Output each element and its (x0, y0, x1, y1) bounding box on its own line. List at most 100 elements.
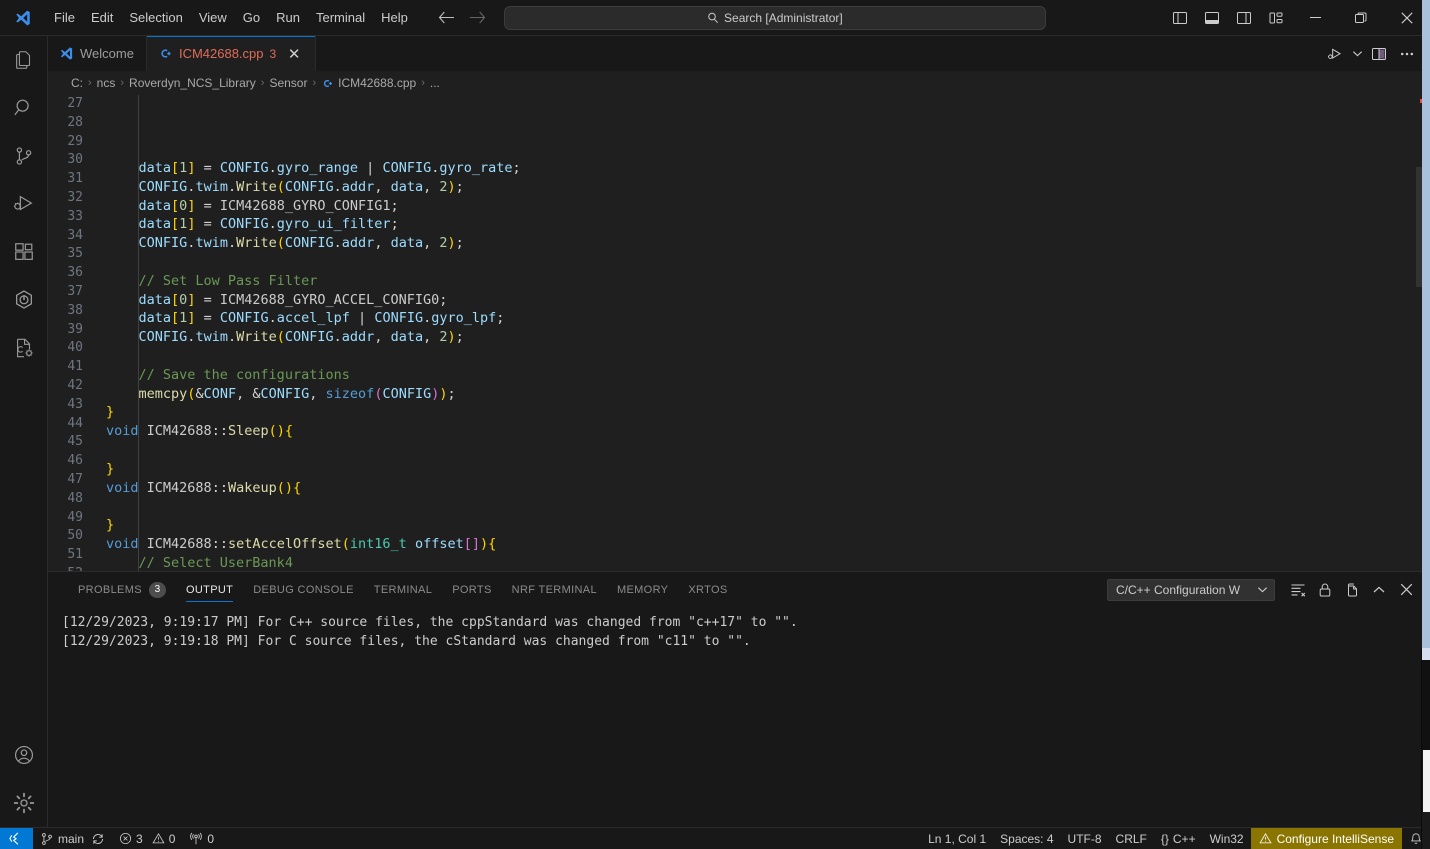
code-token: void (106, 479, 139, 496)
run-with-debug-icon[interactable] (1322, 41, 1348, 67)
settings-button[interactable] (0, 779, 48, 827)
code-token: Wakeup (227, 479, 277, 496)
search-input[interactable]: Search [Administrator] (503, 5, 1046, 30)
status-indentation[interactable]: Spaces: 4 (993, 828, 1060, 849)
line-number: 30 (67, 152, 83, 168)
output-content[interactable]: [12/29/2023, 9:19:17 PM] For C++ source … (48, 607, 1430, 827)
chevron-down-icon[interactable] (1350, 41, 1364, 67)
toggle-panel-icon[interactable] (1196, 3, 1228, 33)
sidebar-item-cpp-config[interactable] (0, 324, 48, 372)
line-number: 42 (67, 377, 83, 393)
open-editor-icon[interactable] (1340, 578, 1364, 602)
status-language-mode[interactable]: {} C++ (1154, 828, 1203, 849)
menu-terminal[interactable]: Terminal (308, 7, 373, 28)
menu-selection[interactable]: Selection (121, 7, 190, 28)
code-token: :: (211, 423, 228, 440)
code-token: . (227, 235, 237, 252)
breadcrumb-ncs[interactable]: ncs (94, 76, 119, 90)
status-branch-label: main (58, 831, 85, 846)
editor-scrollbar[interactable] (1416, 95, 1430, 571)
close-icon[interactable]: ✕ (285, 45, 303, 63)
tab-welcome[interactable]: Welcome (48, 36, 147, 71)
breadcrumb-roverdyn[interactable]: Roverdyn_NCS_Library (126, 76, 259, 90)
line-number: 49 (67, 509, 83, 525)
panel-tab-xrtos[interactable]: XRTOS (678, 572, 737, 607)
code-token: [ (463, 535, 472, 552)
code-token: { (293, 479, 302, 496)
output-line: [12/29/2023, 9:19:17 PM] For C++ source … (62, 615, 798, 630)
output-channel-select[interactable]: C/C++ Configuration W (1107, 578, 1275, 601)
accounts-button[interactable] (0, 731, 48, 779)
sidebar-item-explorer[interactable] (0, 36, 48, 84)
sidebar-item-extensions[interactable] (0, 228, 48, 276)
status-problems[interactable]: 3 0 (112, 828, 182, 849)
minimize-button[interactable] (1292, 0, 1338, 36)
status-platform[interactable]: Win32 (1203, 828, 1251, 849)
close-icon[interactable] (1394, 578, 1418, 602)
code-token: ( (276, 479, 285, 496)
chevron-up-icon[interactable] (1367, 578, 1391, 602)
sidebar-item-nrf-connect[interactable] (0, 276, 48, 324)
arrow-left-icon[interactable] (438, 11, 455, 24)
toggle-primary-sidebar-icon[interactable] (1164, 3, 1196, 33)
close-button[interactable] (1384, 0, 1430, 36)
code-token: CONFIG (284, 178, 334, 195)
clear-all-icon[interactable] (1286, 578, 1310, 602)
status-eol[interactable]: CRLF (1109, 828, 1154, 849)
code-line: data[1] = CONFIG.gyro_range | CONFIG.gyr… (106, 159, 1430, 178)
panel-tab-ports[interactable]: PORTS (442, 572, 501, 607)
panel-tab-debug-console[interactable]: DEBUG CONSOLE (243, 572, 364, 607)
configure-intellisense-button[interactable]: Configure IntelliSense (1250, 827, 1402, 849)
panel-tab-terminal[interactable]: TERMINAL (364, 572, 442, 607)
menu-view[interactable]: View (191, 7, 235, 28)
customize-layout-icon[interactable] (1260, 3, 1292, 33)
panel-tab-memory[interactable]: MEMORY (607, 572, 678, 607)
line-number: 46 (67, 453, 83, 469)
toggle-secondary-sidebar-icon[interactable] (1228, 3, 1260, 33)
code-line: void ICM42688::Wakeup(){ (106, 479, 1430, 498)
line-number: 40 (67, 340, 83, 356)
status-ports[interactable]: 0 (182, 828, 221, 849)
status-branch[interactable]: main (33, 828, 112, 849)
panel-tab-nrf-terminal[interactable]: NRF TERMINAL (502, 572, 607, 607)
menu-go[interactable]: Go (235, 7, 268, 28)
breadcrumb-file-label: ICM42688.cpp (338, 76, 417, 90)
menu-help[interactable]: Help (373, 7, 416, 28)
panel-tab-label: DEBUG CONSOLE (253, 583, 354, 596)
ellipsis-icon[interactable] (1394, 41, 1420, 67)
menu-bar: File Edit Selection View Go Run Terminal… (46, 7, 416, 28)
code-content[interactable]: data[1] = CONFIG.gyro_range | CONFIG.gyr… (96, 95, 1430, 571)
menu-run[interactable]: Run (268, 7, 308, 28)
breadcrumb-file[interactable]: ICM42688.cpp (318, 76, 419, 90)
code-token: CONFIG (374, 310, 424, 327)
notifications-bell-button[interactable] (1402, 828, 1430, 849)
status-encoding[interactable]: UTF-8 (1061, 828, 1109, 849)
remote-indicator[interactable] (0, 827, 33, 849)
code-editor[interactable]: 27 28 29 30 31 32 33 34 35 36 37 38 39 40 41 42 43 44 45 46… (48, 95, 1430, 571)
sidebar-item-source-control[interactable] (0, 132, 48, 180)
breadcrumb-drive[interactable]: C: (68, 76, 86, 90)
navigation-arrows (438, 11, 486, 24)
editor-scrollbar-thumb[interactable] (1416, 167, 1430, 287)
tab-icm42688-cpp[interactable]: ICM42688.cpp 3 ✕ (146, 36, 317, 71)
menu-file[interactable]: File (46, 7, 83, 28)
panel-tab-problems[interactable]: PROBLEMS 3 (68, 572, 176, 607)
code-token: CONFIG (219, 160, 269, 176)
menu-edit[interactable]: Edit (83, 7, 121, 28)
lock-icon[interactable] (1313, 578, 1337, 602)
panel-tab-output[interactable]: OUTPUT (176, 572, 243, 607)
status-cursor-position[interactable]: Ln 1, Col 1 (921, 828, 993, 849)
maximize-restore-button[interactable] (1338, 0, 1384, 36)
breadcrumb-symbol[interactable]: ... (427, 76, 443, 90)
code-token: ] (471, 535, 480, 552)
line-number: 50 (67, 528, 83, 544)
sidebar-item-run-debug[interactable] (0, 180, 48, 228)
breadcrumb-sensor[interactable]: Sensor (266, 76, 310, 90)
arrow-right-icon[interactable] (469, 11, 486, 24)
code-token: CONFIG (138, 329, 188, 346)
code-token: ) (447, 235, 456, 252)
sidebar-item-search[interactable] (0, 84, 48, 132)
code-line: data[0] = ICM42688_GYRO_ACCEL_CONFIG0; (106, 291, 1430, 310)
split-editor-icon[interactable] (1366, 41, 1392, 67)
